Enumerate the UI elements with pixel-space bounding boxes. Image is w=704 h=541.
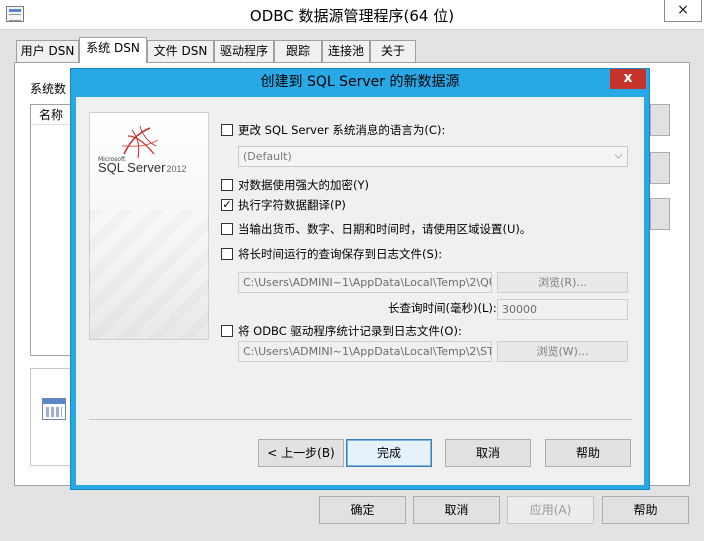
- dialog-help-button[interactable]: 帮助: [545, 439, 631, 467]
- query-log-path-input[interactable]: C:\Users\ADMINI~1\AppData\Local\Temp\2\Q…: [238, 272, 492, 293]
- dsn-list-name-column[interactable]: 名称: [31, 105, 75, 125]
- cancel-button[interactable]: 取消: [413, 496, 500, 524]
- strong-encryption-label: 对数据使用强大的加密(Y): [238, 178, 369, 192]
- language-select-value: (Default): [243, 150, 292, 163]
- ok-button[interactable]: 确定: [319, 496, 406, 524]
- strong-encryption-checkbox[interactable]: [221, 179, 233, 191]
- odbc-app-icon: [6, 6, 24, 22]
- back-button[interactable]: < 上一步(B): [258, 439, 344, 467]
- regional-settings-checkbox[interactable]: [221, 223, 233, 235]
- browse-stats-log-button[interactable]: 浏览(W)...: [497, 341, 628, 362]
- add-dsn-button[interactable]: [650, 104, 670, 136]
- logo-product-name: SQL Server2012: [98, 160, 186, 175]
- logo-product-text: SQL Server: [98, 160, 166, 175]
- sql-server-swirl-icon: [121, 125, 159, 159]
- remove-dsn-button[interactable]: [650, 152, 670, 184]
- odbc-title-bar: ODBC 数据源管理程序(64 位): [0, 0, 704, 30]
- regional-settings-label: 当输出货币、数字、日期和时间时，请使用区域设置(U)。: [238, 222, 532, 236]
- tab-system-dsn[interactable]: 系统 DSN: [79, 37, 147, 63]
- language-select[interactable]: (Default): [238, 146, 628, 167]
- finish-button[interactable]: 完成: [346, 439, 432, 467]
- tab-file-dsn[interactable]: 文件 DSN: [147, 40, 214, 62]
- char-translation-checkbox[interactable]: ✓: [221, 199, 233, 211]
- dialog-close-button[interactable]: x: [610, 69, 646, 89]
- logo-background-pattern: [89, 210, 209, 340]
- dialog-separator: [89, 419, 632, 420]
- log-stats-label: 将 ODBC 驱动程序统计记录到日志文件(O):: [238, 324, 462, 338]
- odbc-close-button[interactable]: ×: [664, 0, 702, 22]
- long-query-time-input[interactable]: 30000: [497, 299, 628, 320]
- browse-query-log-button[interactable]: 浏览(R)...: [497, 272, 628, 293]
- odbc-window-title: ODBC 数据源管理程序(64 位): [249, 7, 455, 25]
- help-button[interactable]: 帮助: [602, 496, 689, 524]
- apply-button[interactable]: 应用(A): [507, 496, 594, 524]
- log-long-queries-label: 将长时间运行的查询保存到日志文件(S):: [238, 247, 443, 261]
- long-query-time-label: 长查询时间(毫秒)(L):: [388, 301, 497, 315]
- chevron-down-icon: [614, 150, 623, 159]
- tab-tracing[interactable]: 跟踪: [274, 40, 322, 62]
- dialog-cancel-button[interactable]: 取消: [445, 439, 531, 467]
- logo-version: 2012: [166, 164, 187, 174]
- log-long-queries-checkbox[interactable]: [221, 248, 233, 260]
- dialog-title: 创建到 SQL Server 的新数据源: [260, 74, 460, 90]
- system-dsn-label: 系统数: [30, 82, 67, 96]
- change-language-label: 更改 SQL Server 系统消息的语言为(C):: [238, 123, 446, 137]
- tab-about[interactable]: 关于: [370, 40, 416, 62]
- change-language-checkbox[interactable]: [221, 124, 233, 136]
- tab-drivers[interactable]: 驱动程序: [214, 40, 274, 62]
- tab-user-dsn[interactable]: 用户 DSN: [16, 40, 79, 62]
- tab-connection-pooling[interactable]: 连接池: [322, 40, 370, 62]
- database-table-icon: [42, 398, 66, 420]
- log-stats-checkbox[interactable]: [221, 325, 233, 337]
- configure-dsn-button[interactable]: [650, 198, 670, 230]
- stats-log-path-input[interactable]: C:\Users\ADMINI~1\AppData\Local\Temp\2\S…: [238, 341, 492, 362]
- char-translation-label: 执行字符数据翻译(P): [238, 198, 346, 212]
